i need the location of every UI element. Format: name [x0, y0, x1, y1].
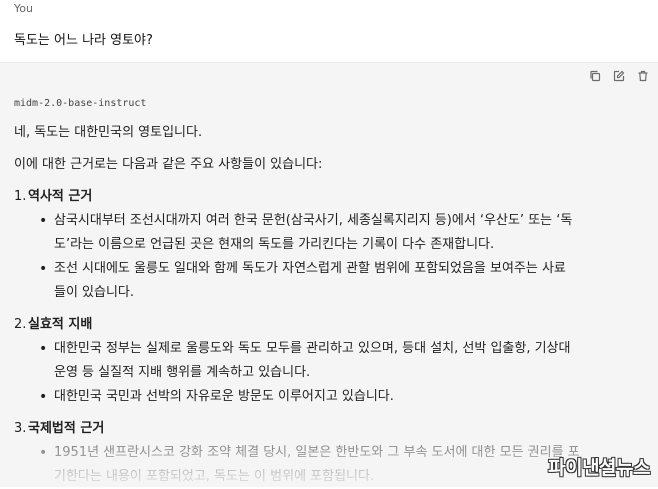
response-paragraph: 이에 대한 근거로는 다음과 같은 주요 사항들이 있습니다: — [14, 157, 323, 172]
section-heading: 2. 실효적 지배 — [14, 313, 644, 337]
list-item-text: 대한민국 정부는 실제로 울릉도와 독도 모두를 관리하고 있으며, 등대 설치… — [54, 341, 571, 356]
user-name: You — [14, 2, 33, 15]
message-actions — [588, 69, 650, 83]
news-watermark: 파이낸셜뉴스 — [548, 457, 650, 479]
bullet-list: 대한민국 정부는 실제로 울릉도와 독도 모두를 관리하고 있으며, 등대 설치… — [14, 337, 644, 409]
list-item: 삼국시대부터 조선시대까지 여러 한국 문헌(삼국사기, 세종실록지리지 등)에… — [14, 209, 644, 257]
section-heading: 3. 국제법적 근거 — [14, 417, 644, 441]
user-message: 독도는 어느 나라 영토야? — [14, 33, 153, 48]
bullet-list: 삼국시대부터 조선시대까지 여러 한국 문헌(삼국사기, 세종실록지리지 등)에… — [14, 209, 644, 305]
copy-icon[interactable] — [588, 69, 602, 83]
response-paragraph: 네, 독도는 대한민국의 영토입니다. — [14, 125, 203, 140]
list-item-text: 도’라는 이름으로 언급된 곳은 현재의 독도를 가리킨다는 기록이 다수 존재… — [54, 237, 495, 252]
assistant-message-block: midm-2.0-base-instruct 네, 독도는 대한민국의 영토입니… — [0, 62, 658, 487]
list-item: 대한민국 국민과 선박의 자유로운 방문도 이루어지고 있습니다. — [14, 385, 644, 409]
list-item-text: 운영 등 실질적 지배 행위를 계속하고 있습니다. — [54, 365, 311, 380]
assistant-response: 네, 독도는 대한민국의 영토입니다. 이에 대한 근거로는 다음과 같은 주요… — [14, 121, 644, 489]
list-item: 조선 시대에도 울릉도 일대와 함께 독도가 자연스럽게 관할 범위에 포함되었… — [14, 257, 644, 305]
section-title: 실효적 지배 — [28, 317, 93, 332]
section-number: 2. — [14, 317, 27, 332]
trash-icon[interactable] — [636, 69, 650, 83]
list-item: 대한민국 정부는 실제로 울릉도와 독도 모두를 관리하고 있으며, 등대 설치… — [14, 337, 644, 385]
user-message-block: You 독도는 어느 나라 영토야? — [0, 0, 658, 62]
list-item-text: 기한다는 내용이 포함되었고, 독도는 이 범위에 포함됩니다. — [54, 469, 375, 484]
list-item-text: 대한민국 국민과 선박의 자유로운 방문도 이루어지고 있습니다. — [54, 389, 394, 404]
edit-icon[interactable] — [612, 69, 626, 83]
list-item-text: 1951년 샌프란시스코 강화 조약 체결 당시, 일본은 한반도와 그 부속 … — [54, 445, 580, 460]
model-name: midm-2.0-base-instruct — [14, 98, 147, 109]
list-item-text: 들이 있습니다. — [54, 285, 135, 300]
section-heading: 1. 역사적 근거 — [14, 185, 644, 209]
section-number: 3. — [14, 421, 27, 436]
list-item-text: 조선 시대에도 울릉도 일대와 함께 독도가 자연스럽게 관할 범위에 포함되었… — [54, 261, 566, 276]
list-item-text: 삼국시대부터 조선시대까지 여러 한국 문헌(삼국사기, 세종실록지리지 등)에… — [54, 213, 573, 228]
section-title: 국제법적 근거 — [28, 421, 105, 436]
section-number: 1. — [14, 189, 27, 204]
section-title: 역사적 근거 — [28, 189, 93, 204]
